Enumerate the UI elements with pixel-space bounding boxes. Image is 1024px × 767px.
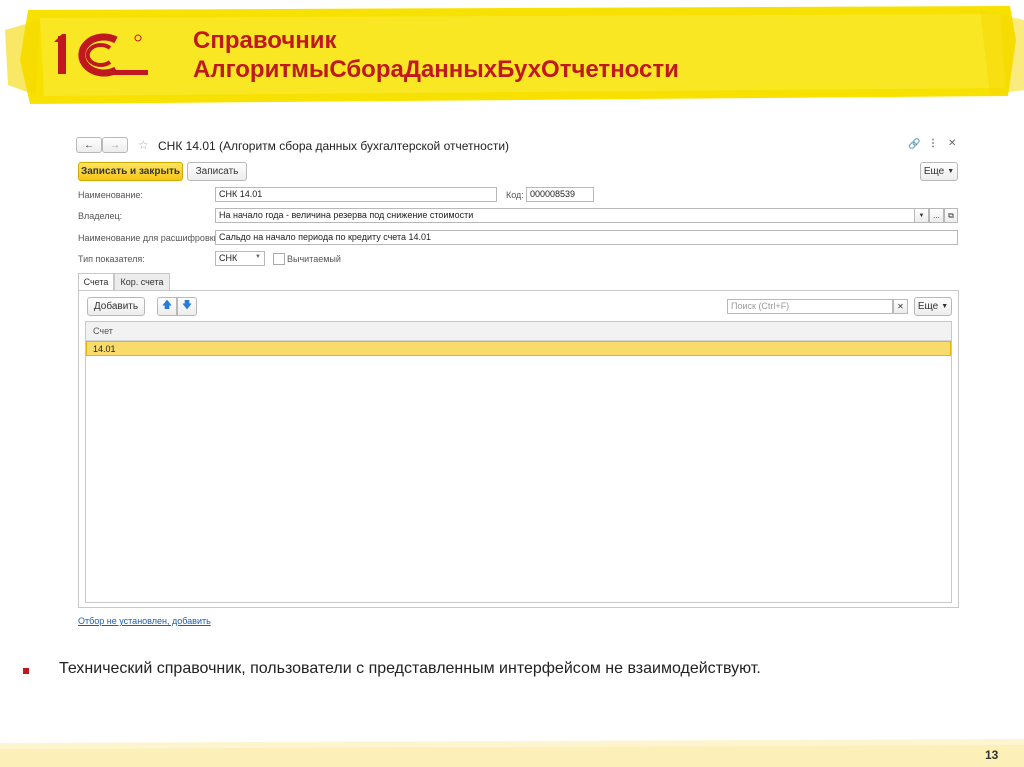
table-header[interactable]: Счет	[86, 322, 951, 341]
deductible-checkbox[interactable]	[273, 253, 285, 265]
chevron-down-icon: ▼	[947, 168, 955, 175]
slide-title: Справочник АлгоритмыСбораДанныхБухОтчетн…	[193, 26, 679, 84]
arrow-left-icon: ←	[84, 139, 94, 151]
arrow-up-icon: 🡅	[161, 300, 173, 311]
chevron-down-icon[interactable]: ▼	[255, 254, 261, 260]
logo-icon	[54, 33, 148, 77]
menu-dots-icon[interactable]: ⋮	[928, 138, 938, 149]
decode-input[interactable]: Сальдо на начало периода по кредиту счет…	[215, 230, 958, 245]
decode-label: Наименование для расшифровки:	[78, 233, 222, 243]
bullet-marker	[23, 668, 29, 674]
link-icon[interactable]: 🔗	[908, 139, 920, 150]
table-cell-account: 14.01	[93, 344, 116, 354]
move-up-button[interactable]: 🡅	[157, 297, 177, 316]
search-input[interactable]: Поиск (Ctrl+F)	[727, 299, 893, 314]
name-label: Наименование:	[78, 190, 143, 200]
save-and-close-button[interactable]: Записать и закрыть	[78, 162, 183, 181]
table-more-button[interactable]: Еще ▼	[914, 297, 952, 316]
close-icon: ✕	[897, 302, 904, 311]
name-input[interactable]: СНК 14.01	[215, 187, 497, 202]
owner-select-button[interactable]: ...	[929, 208, 944, 223]
forward-button[interactable]: →	[102, 137, 128, 153]
owner-dropdown-button[interactable]: ▼	[914, 208, 929, 223]
save-button[interactable]: Записать	[187, 162, 247, 181]
more-label: Еще	[923, 166, 945, 177]
window-title: СНК 14.01 (Алгоритм сбора данных бухгалт…	[158, 139, 510, 153]
bullet-text: Технический справочник, пользователи с п…	[59, 660, 761, 677]
slide-title-line2: АлгоритмыСбораДанныхБухОтчетности	[193, 56, 679, 83]
tab-corr-accounts[interactable]: Кор. счета	[114, 273, 170, 290]
deductible-label: Вычитаемый	[287, 254, 341, 264]
code-input[interactable]: 000008539	[526, 187, 594, 202]
slide-title-line1: Справочник	[193, 27, 337, 54]
close-icon[interactable]: ✕	[948, 138, 956, 149]
arrow-down-icon: 🡇	[181, 300, 193, 311]
move-down-button[interactable]: 🡇	[177, 297, 197, 316]
chevron-down-icon: ▼	[918, 212, 925, 219]
accounts-table: Счет 14.01	[85, 321, 952, 603]
code-label: Код:	[506, 190, 524, 200]
page-number: 13	[985, 748, 999, 762]
type-label: Тип показателя:	[78, 254, 145, 264]
owner-open-button[interactable]: ⧉	[944, 208, 958, 223]
tab-panel: Добавить 🡅 🡇 Поиск (Ctrl+F) ✕ Еще ▼ Счет…	[78, 290, 959, 608]
add-button[interactable]: Добавить	[87, 297, 145, 316]
owner-input[interactable]: На начало года - величина резерва под сн…	[215, 208, 915, 223]
logo: 1С	[54, 30, 150, 80]
table-more-label: Еще	[917, 301, 939, 312]
star-icon[interactable]: ☆	[138, 138, 149, 152]
footer-band	[0, 739, 1024, 767]
ellipsis-icon: ...	[933, 211, 940, 220]
more-button[interactable]: Еще ▼	[920, 162, 958, 181]
table-row[interactable]: 14.01	[86, 341, 951, 356]
chevron-down-icon: ▼	[941, 303, 949, 310]
column-header-account: Счет	[93, 326, 113, 336]
filter-link[interactable]: Отбор не установлен, добавить	[78, 616, 211, 626]
search-clear-button[interactable]: ✕	[893, 299, 908, 314]
open-icon: ⧉	[948, 210, 954, 220]
tab-accounts[interactable]: Счета	[78, 273, 114, 290]
owner-label: Владелец:	[78, 211, 123, 221]
back-button[interactable]: ←	[76, 137, 102, 153]
arrow-right-icon: →	[110, 139, 120, 151]
app-window: ← → ☆ СНК 14.01 (Алгоритм сбора данных б…	[70, 128, 970, 640]
